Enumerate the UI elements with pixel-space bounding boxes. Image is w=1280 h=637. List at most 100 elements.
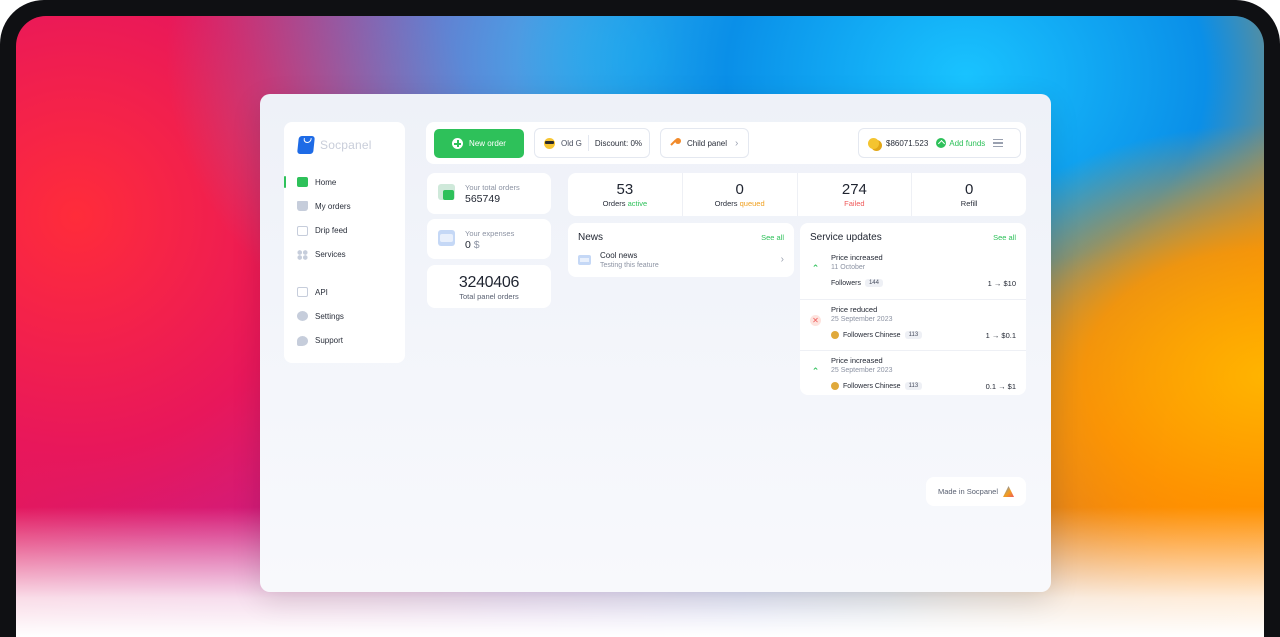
- service-update-item[interactable]: ⌃ Price increased 25 September 2023 Foll…: [800, 350, 1026, 401]
- sidebar-item-my-orders[interactable]: My orders: [284, 194, 405, 218]
- news-panel: News See all Cool news Testing this feat…: [568, 223, 794, 277]
- counter-label: Failed: [844, 199, 865, 208]
- panel-orders-value: 3240406: [458, 274, 520, 291]
- counter-queued[interactable]: 0 Orders queued: [683, 173, 798, 216]
- counter-failed[interactable]: 274 Failed: [798, 173, 913, 216]
- socpanel-logo-icon: [1003, 486, 1015, 497]
- service-updates-panel: Service updates See all ⌃ Price increase…: [800, 223, 1026, 395]
- laptop-frame: Socpanel Home My orders Drip feed Servic…: [0, 0, 1280, 637]
- logo-icon: [297, 136, 315, 154]
- add-funds-label: Add funds: [949, 138, 986, 148]
- sidebar-item-label: API: [315, 287, 328, 297]
- update-title: Price increased: [831, 253, 883, 262]
- discount-label: Discount: 0%: [594, 138, 643, 148]
- total-orders-label: Your total orders: [465, 183, 520, 192]
- chevrons-up-icon: ⌃: [811, 263, 820, 273]
- app-window: Socpanel Home My orders Drip feed Servic…: [260, 94, 1051, 592]
- service-icon: [831, 382, 839, 390]
- shopping-bag-icon: [438, 184, 455, 200]
- news-title: News: [578, 232, 604, 243]
- chevron-right-icon: ›: [735, 137, 739, 149]
- made-in-socpanel-badge[interactable]: Made in Socpanel: [926, 477, 1026, 506]
- order-counters: 53 Orders active 0 Orders queued 274 Fai…: [568, 173, 1026, 216]
- update-price: 1 → $0.1: [985, 331, 1016, 340]
- sunglasses-emoji-icon: [544, 137, 555, 149]
- chat-icon: [297, 335, 308, 346]
- wallet-icon: [438, 230, 455, 246]
- api-icon: [297, 287, 308, 298]
- sidebar-item-home[interactable]: Home: [284, 170, 405, 194]
- service-update-item[interactable]: ✕ Price reduced 25 September 2023 Follow…: [800, 299, 1026, 350]
- child-panel-label: Child panel: [687, 138, 728, 148]
- counter-label: Orders queued: [714, 199, 765, 208]
- sidebar-item-settings[interactable]: Settings: [284, 304, 405, 328]
- cart-icon: [297, 201, 308, 212]
- expenses-value: 0 $: [465, 239, 480, 251]
- add-funds-button[interactable]: Add funds: [936, 138, 985, 148]
- panel-orders-label: Total panel orders: [459, 292, 519, 301]
- sidebar-item-label: Support: [315, 336, 344, 346]
- news-item-subtitle: Testing this feature: [600, 262, 659, 269]
- service-update-item[interactable]: ⌃ Price increased 11 October Followers 1…: [800, 248, 1026, 299]
- balance-value: $86071.523: [886, 138, 929, 148]
- expenses-label: Your expenses: [465, 229, 515, 238]
- divider: [587, 135, 589, 151]
- counter-value: 53: [616, 181, 634, 198]
- sidebar-item-api[interactable]: API: [284, 280, 405, 304]
- service-name: Followers: [831, 279, 861, 287]
- expenses-card: Your expenses 0 $: [427, 219, 551, 259]
- brand-name: Socpanel: [320, 138, 372, 152]
- sidebar-item-support[interactable]: Support: [284, 329, 405, 353]
- service-updates-see-all-link[interactable]: See all: [993, 233, 1016, 242]
- counter-value: 0: [964, 181, 974, 198]
- sliders-icon[interactable]: [993, 139, 1004, 147]
- calendar-icon: [297, 225, 308, 236]
- news-item-title: Cool news: [600, 251, 638, 260]
- service-updates-title: Service updates: [810, 232, 882, 243]
- counter-label: Refill: [960, 199, 978, 208]
- service-name: Followers Chinese: [843, 382, 901, 390]
- sidebar-item-label: Drip feed: [315, 226, 348, 236]
- home-icon: [297, 177, 308, 187]
- panel-orders-card: 3240406 Total panel orders: [427, 265, 551, 308]
- new-order-label: New order: [469, 139, 506, 148]
- counter-active[interactable]: 53 Orders active: [568, 173, 683, 216]
- update-service: Followers Chinese 113: [831, 331, 923, 339]
- plus-icon: [452, 138, 464, 149]
- update-service: Followers 144: [831, 279, 883, 287]
- service-icon: [831, 331, 839, 339]
- update-price: 0.1 → $1: [985, 382, 1016, 391]
- made-in-label: Made in Socpanel: [937, 487, 999, 496]
- newspaper-icon: [578, 255, 591, 265]
- sidebar-item-label: Services: [315, 250, 346, 260]
- news-see-all-link[interactable]: See all: [761, 233, 784, 242]
- child-panel-button[interactable]: Child panel ›: [660, 128, 749, 158]
- counter-value: 274: [841, 181, 867, 198]
- sidebar-item-services[interactable]: Services: [284, 243, 405, 267]
- service-name: Followers Chinese: [843, 331, 901, 339]
- chevron-right-icon: ›: [780, 254, 784, 265]
- arrow-up-circle-icon: [936, 138, 947, 148]
- user-discount-pill[interactable]: Old G Discount: 0%: [534, 128, 650, 158]
- sidebar: Socpanel Home My orders Drip feed Servic…: [284, 122, 405, 363]
- sidebar-item-drip-feed[interactable]: Drip feed: [284, 219, 405, 243]
- update-date: 11 October: [831, 264, 866, 271]
- update-date: 25 September 2023: [831, 316, 893, 323]
- expenses-amount: 0: [465, 239, 471, 251]
- service-id-badge: 144: [864, 279, 883, 287]
- update-price: 1 → $10: [987, 279, 1016, 288]
- new-order-button[interactable]: New order: [434, 129, 524, 158]
- brand-logo[interactable]: Socpanel: [297, 136, 372, 154]
- grid-icon: [297, 249, 308, 260]
- counter-refill[interactable]: 0 Refill: [912, 173, 1026, 216]
- top-bar: New order Old G Discount: 0% Child panel…: [426, 122, 1026, 164]
- service-id-badge: 113: [904, 331, 923, 339]
- sidebar-item-label: Settings: [315, 311, 344, 321]
- close-circle-icon: ✕: [810, 315, 821, 326]
- desktop-wallpaper: Socpanel Home My orders Drip feed Servic…: [16, 16, 1264, 637]
- total-orders-card: Your total orders 565749: [427, 173, 551, 214]
- sidebar-nav: Home My orders Drip feed Services API Se…: [284, 170, 405, 353]
- expenses-unit: $: [473, 239, 480, 251]
- update-title: Price reduced: [831, 305, 878, 314]
